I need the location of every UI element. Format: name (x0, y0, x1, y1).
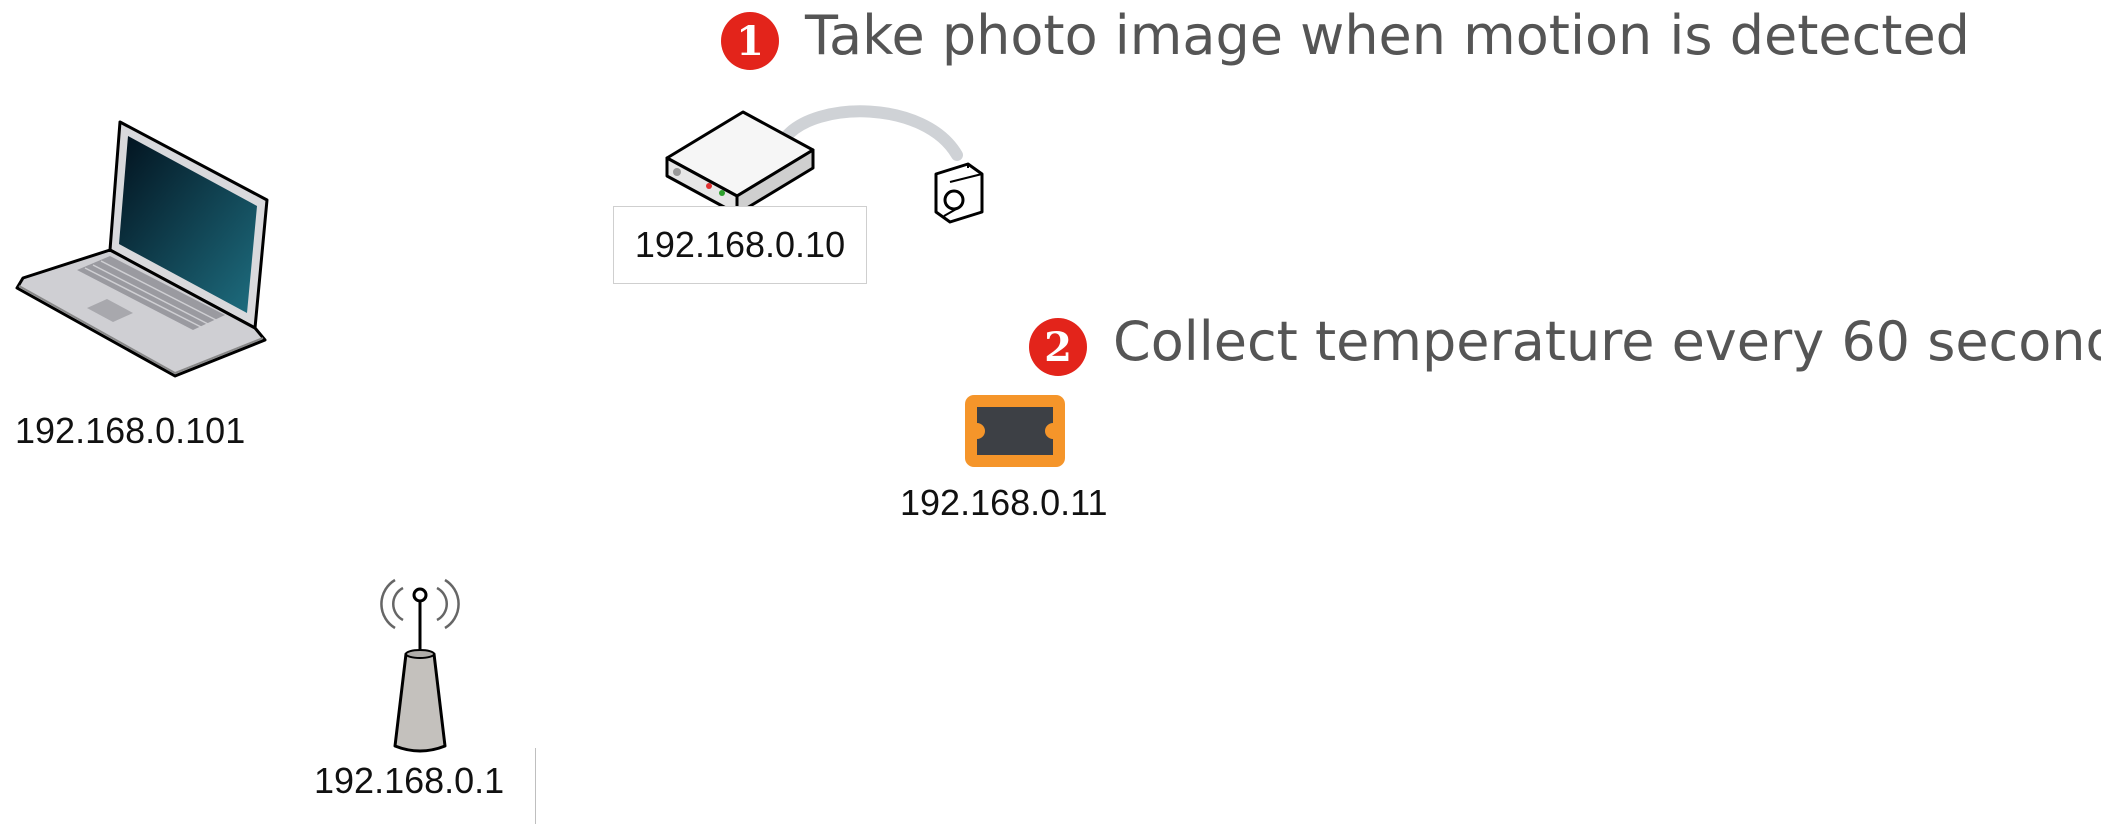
camera-server-ip-label: 192.168.0.10 (613, 206, 867, 284)
divider-line (535, 748, 536, 824)
temp-sensor-ip-label: 192.168.0.11 (900, 482, 1108, 523)
laptop-ip-label: 192.168.0.101 (15, 410, 246, 451)
step-1-badge: 1 (721, 12, 779, 70)
camera-server-ip: 192.168.0.10 (634, 224, 846, 265)
step-2-number: 2 (1044, 323, 1072, 371)
step-2-badge: 2 (1029, 318, 1087, 376)
sensor-board-icon (965, 395, 1065, 467)
laptop-icon (15, 120, 269, 378)
wireless-antenna-icon (380, 578, 460, 753)
step-1-number: 1 (736, 17, 764, 65)
router-ip-label: 192.168.0.1 (314, 760, 505, 801)
step-1-text: Take photo image when motion is detected (805, 4, 1970, 67)
step-2-text: Collect temperature every 60 seconds (1113, 310, 2101, 373)
camera-icon (934, 162, 984, 224)
